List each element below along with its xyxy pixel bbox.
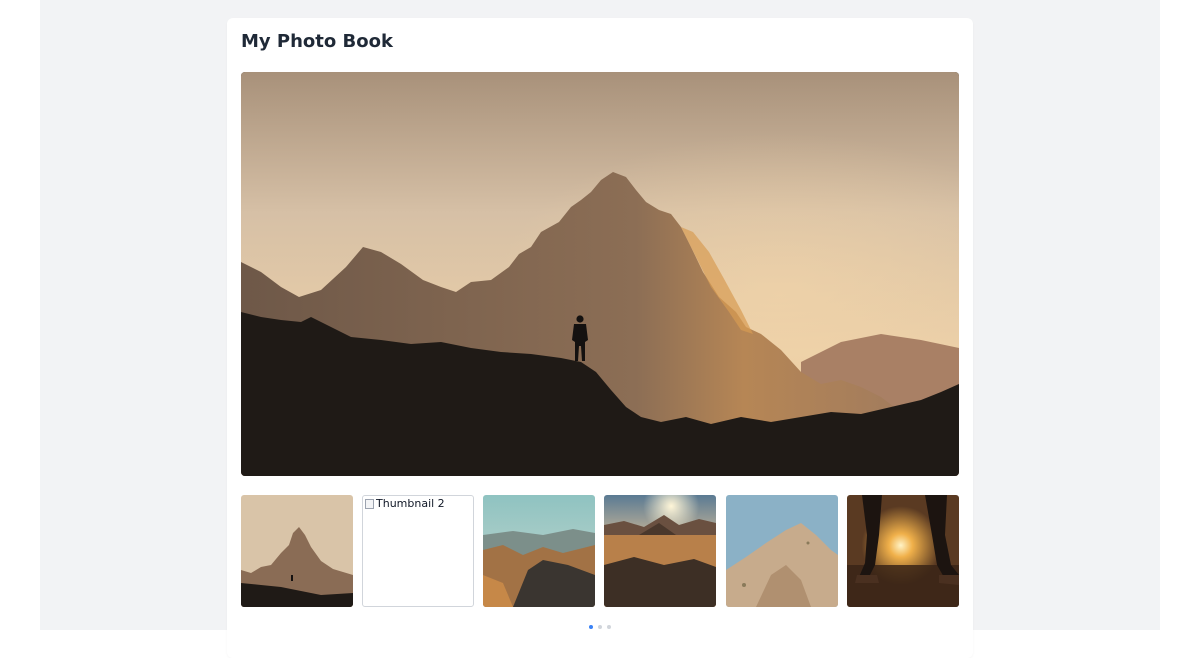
broken-image-alt: Thumbnail 2 (365, 497, 445, 510)
hiker-legs-thumbnail (847, 495, 959, 607)
mountain-silhouette-thumbnail (241, 495, 353, 607)
page-dot-2[interactable] (598, 625, 602, 629)
pagination-dots (227, 625, 973, 629)
thumbnail-5[interactable] (726, 495, 838, 607)
thumbnail-2[interactable]: Thumbnail 2 (362, 495, 474, 607)
desert-valley-thumbnail (483, 495, 595, 607)
rocky-cliff-thumbnail (726, 495, 838, 607)
page-title: My Photo Book (241, 31, 393, 52)
thumbnail-3[interactable] (483, 495, 595, 607)
thumbnail-1[interactable] (241, 495, 353, 607)
page-dot-3[interactable] (607, 625, 611, 629)
main-photo (241, 72, 959, 476)
desert-sunset-thumbnail (604, 495, 716, 607)
thumbnail-strip: Thumbnail 2 (241, 495, 959, 607)
broken-image-icon (365, 498, 374, 509)
thumbnail-alt-text: Thumbnail 2 (376, 497, 445, 510)
thumbnail-6[interactable] (847, 495, 959, 607)
mountain-silhouette-image (241, 72, 959, 476)
thumbnail-4[interactable] (604, 495, 716, 607)
photo-book-card: My Photo Book Thumbnail 2 (227, 18, 973, 658)
page-dot-1[interactable] (589, 625, 593, 629)
